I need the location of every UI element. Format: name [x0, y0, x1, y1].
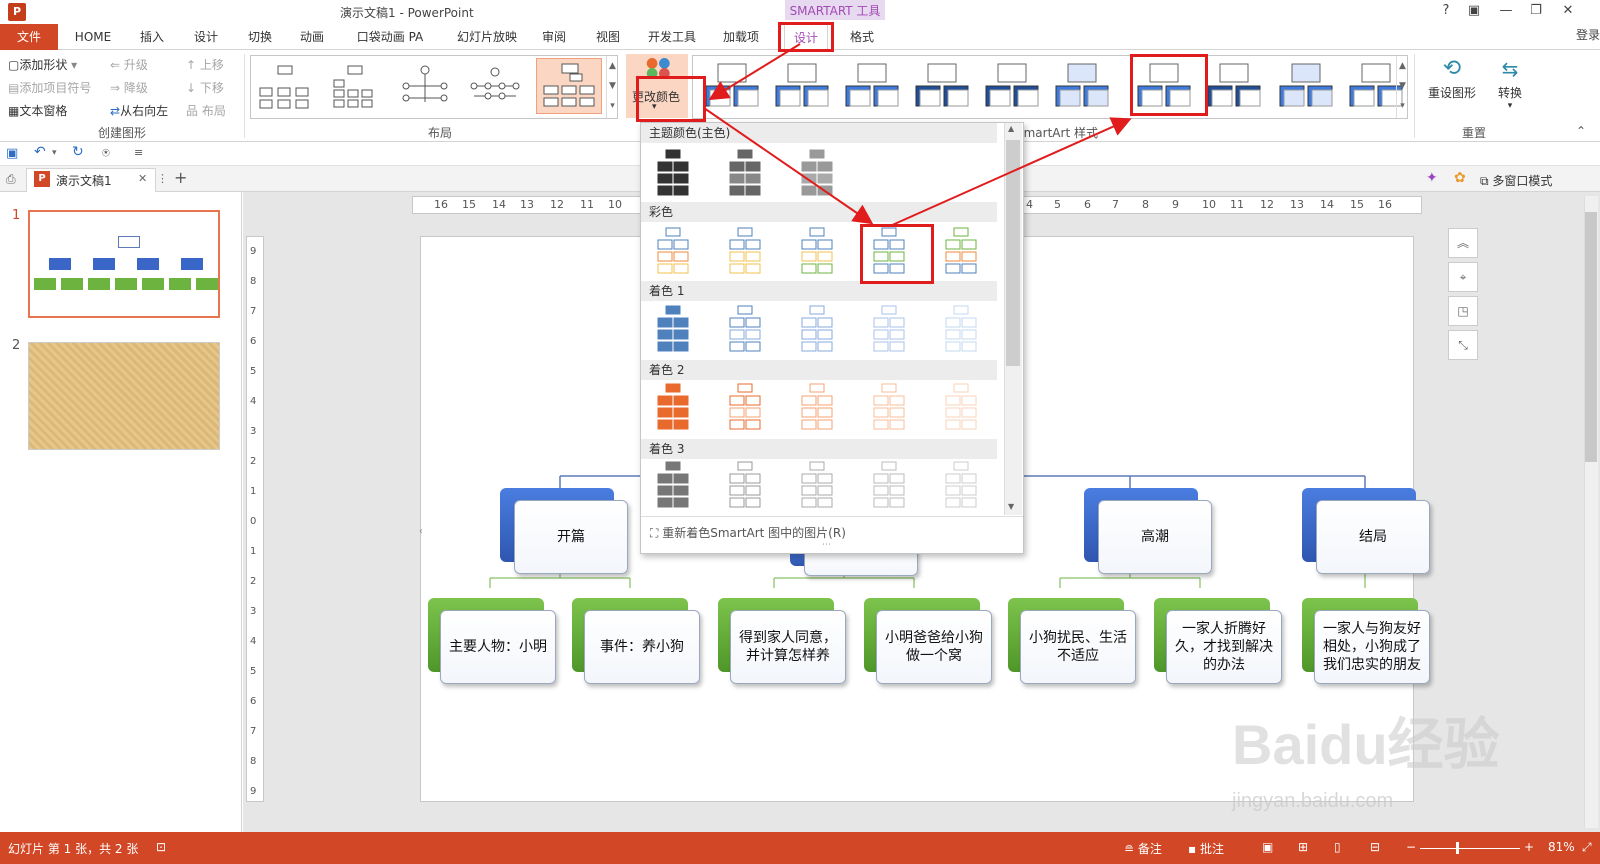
spellcheck-icon[interactable]: ⊡ [156, 840, 166, 854]
slide-sorter-icon[interactable]: ⊞ [1298, 840, 1308, 854]
notes-button[interactable]: ≘ 备注 [1124, 840, 1162, 857]
notes-icon: ≘ [1124, 842, 1138, 856]
normal-view-icon[interactable]: ▣ [1262, 840, 1273, 854]
zoom-level[interactable]: 81% [1548, 840, 1575, 854]
slide-count-status: 幻灯片 第 1 张，共 2 张 [8, 842, 139, 856]
status-bar [0, 832, 1600, 864]
fit-slide-icon[interactable]: ⤢ [1582, 840, 1592, 855]
watermark-url: jingyan.baidu.com [1232, 790, 1394, 812]
slideshow-icon[interactable]: ⊟ [1370, 840, 1380, 854]
baidu-watermark: Baidu经验 [1232, 713, 1500, 776]
zoom-in-icon[interactable]: + [1524, 840, 1534, 854]
zoom-slider-track[interactable] [1420, 848, 1520, 849]
reading-view-icon[interactable]: ▯ [1334, 840, 1341, 854]
zoom-out-icon[interactable]: − [1406, 840, 1416, 854]
comments-button[interactable]: ▪ 批注 [1188, 840, 1224, 857]
comment-icon: ▪ [1188, 842, 1200, 856]
zoom-slider-thumb[interactable] [1456, 842, 1459, 854]
